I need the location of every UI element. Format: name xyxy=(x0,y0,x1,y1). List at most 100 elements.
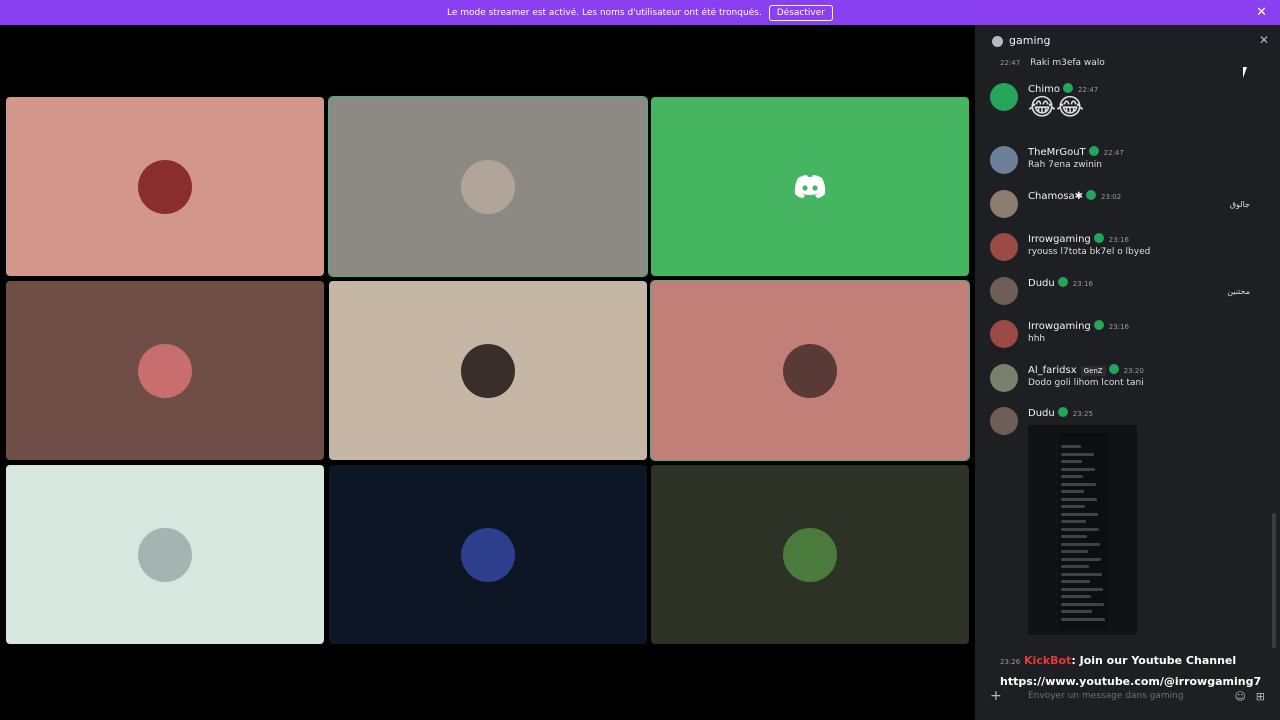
username[interactable]: Dudu 23:16 xyxy=(1028,277,1093,289)
kickbot-text: : Join our Youtube Channel xyxy=(1071,654,1237,667)
message-time: 23:20 xyxy=(1123,367,1144,375)
chat-bubble-icon xyxy=(992,36,1003,47)
channel-name: gaming xyxy=(1009,34,1051,47)
message-text: Raki m3efa walo xyxy=(1030,58,1105,68)
avatar xyxy=(783,527,837,582)
thumbnail-line xyxy=(1061,467,1095,471)
message-time: 22:47 xyxy=(1000,59,1021,67)
user-avatar[interactable] xyxy=(990,146,1018,174)
thumbnail-line xyxy=(1061,602,1104,606)
message-text: مختنين xyxy=(1227,287,1250,296)
username[interactable]: Irrowgaming 23:16 xyxy=(1028,233,1129,245)
avatar xyxy=(461,527,515,582)
username[interactable]: Chamosa✱ 23:02 xyxy=(1028,190,1121,202)
participant-tile[interactable] xyxy=(6,97,324,276)
avatar xyxy=(138,527,192,582)
message-time: 23:16 xyxy=(1072,280,1093,288)
user-avatar[interactable] xyxy=(990,320,1018,348)
thumbnail-line xyxy=(1061,595,1091,598)
thumbnail-line xyxy=(1061,475,1083,478)
user-avatar[interactable] xyxy=(990,364,1018,392)
discord-logo-icon xyxy=(783,160,837,214)
thumbnail-line xyxy=(1061,617,1105,621)
verified-badge-icon xyxy=(1086,190,1097,200)
username[interactable]: Al_faridsx GenZ 23:20 xyxy=(1028,364,1144,376)
verified-badge-icon xyxy=(1093,320,1104,330)
guild-tag: GenZ xyxy=(1080,366,1106,376)
thumbnail-line xyxy=(1061,520,1086,523)
message-continuation: 22:47 Raki m3efa walo xyxy=(1000,58,1105,68)
chat-message: Chamosa✱ 23:02 جالوق xyxy=(975,190,1280,230)
participant-tile[interactable] xyxy=(6,281,324,460)
message-text: ryouss l7tota bk7el o lbyed xyxy=(1028,247,1151,257)
user-avatar[interactable] xyxy=(990,407,1018,435)
add-attachment-icon[interactable]: + xyxy=(990,688,1010,704)
image-attachment[interactable] xyxy=(1028,425,1137,635)
message-time: 23:25 xyxy=(1072,410,1093,418)
user-avatar[interactable] xyxy=(990,277,1018,305)
chat-panel: gaming ✕ 22:47 Raki m3efa walo Chimo 22:47… xyxy=(975,25,1280,720)
verified-badge-icon xyxy=(1093,233,1104,243)
video-grid xyxy=(0,25,975,720)
verified-badge-icon xyxy=(1108,364,1119,374)
user-avatar[interactable] xyxy=(990,83,1018,111)
username[interactable]: TheMrGouT 22:47 xyxy=(1028,146,1124,158)
thumbnail-line xyxy=(1061,580,1090,583)
thumbnail-line xyxy=(1061,587,1103,591)
message-text: جالوق xyxy=(1229,200,1250,209)
thumbnail-line xyxy=(1061,452,1094,456)
thumbnail-line xyxy=(1061,482,1096,486)
thumbnail-line xyxy=(1061,610,1092,613)
participant-tile[interactable] xyxy=(651,97,969,276)
thumbnail-line xyxy=(1061,490,1084,493)
username[interactable]: Dudu 23:25 xyxy=(1028,407,1093,419)
close-chat-icon[interactable]: ✕ xyxy=(1259,33,1269,47)
thumbnail-line xyxy=(1061,535,1087,538)
message-text: Rah 7ena zwinin xyxy=(1028,160,1102,170)
user-avatar[interactable] xyxy=(990,190,1018,218)
participant-tile[interactable] xyxy=(650,280,970,461)
kickbot-name[interactable]: KickBot xyxy=(1024,654,1071,667)
thumbnail-line xyxy=(1061,512,1098,516)
username[interactable]: Irrowgaming 23:16 xyxy=(1028,320,1129,332)
message-text: hhh xyxy=(1028,334,1046,344)
thumbnail-line xyxy=(1061,542,1100,546)
message-time: 22:47 xyxy=(1103,149,1124,157)
message-time: 23:02 xyxy=(1101,193,1122,201)
close-banner-icon[interactable]: ✕ xyxy=(1256,5,1267,20)
thumbnail-line xyxy=(1061,445,1081,448)
thumbnail-line xyxy=(1061,572,1102,576)
chat-message: TheMrGouT 22:47 Rah 7ena zwinin xyxy=(975,146,1280,186)
message-text: Dodo goli lihom lcont tani xyxy=(1028,378,1144,388)
chat-message: Irrowgaming 23:16 ryouss l7tota bk7el o lb… xyxy=(975,233,1280,273)
avatar xyxy=(138,159,192,214)
chat-scrollbar[interactable] xyxy=(1272,513,1276,648)
participant-tile[interactable] xyxy=(328,96,648,277)
message-time: 23:16 xyxy=(1108,236,1129,244)
avatar xyxy=(783,343,837,398)
verified-badge-icon xyxy=(1057,277,1068,287)
thumbnail-line xyxy=(1061,460,1082,463)
message-input[interactable]: Envoyer un message dans gaming xyxy=(1028,691,1184,701)
avatar xyxy=(461,159,515,214)
participant-tile[interactable] xyxy=(651,465,969,644)
message-time: 23:16 xyxy=(1108,323,1129,331)
disable-streamer-mode-button[interactable]: Désactiver xyxy=(768,4,833,21)
thumbnail-line xyxy=(1061,550,1088,553)
participant-tile[interactable] xyxy=(329,465,647,644)
thumbnail-line xyxy=(1061,497,1097,501)
participant-tile[interactable] xyxy=(6,465,324,644)
verified-badge-icon xyxy=(1057,407,1068,417)
chat-message: Dudu 23:16 مختنين xyxy=(975,277,1280,317)
avatar xyxy=(138,343,192,398)
chat-message: Chimo 22:47 😂😂 xyxy=(975,83,1280,123)
thumbnail-line xyxy=(1061,527,1099,531)
user-avatar[interactable] xyxy=(990,233,1018,261)
verified-badge-icon xyxy=(1062,83,1073,93)
banner-message: Le mode streamer est activé. Les noms d'… xyxy=(447,7,762,18)
emoji-icon[interactable]: ☺ xyxy=(1235,690,1246,703)
message-text: 😂😂 xyxy=(1028,93,1085,121)
kickbot-time: 23:26 xyxy=(1000,658,1021,666)
apps-icon[interactable]: ⊞ xyxy=(1256,690,1265,703)
participant-tile[interactable] xyxy=(329,281,647,460)
